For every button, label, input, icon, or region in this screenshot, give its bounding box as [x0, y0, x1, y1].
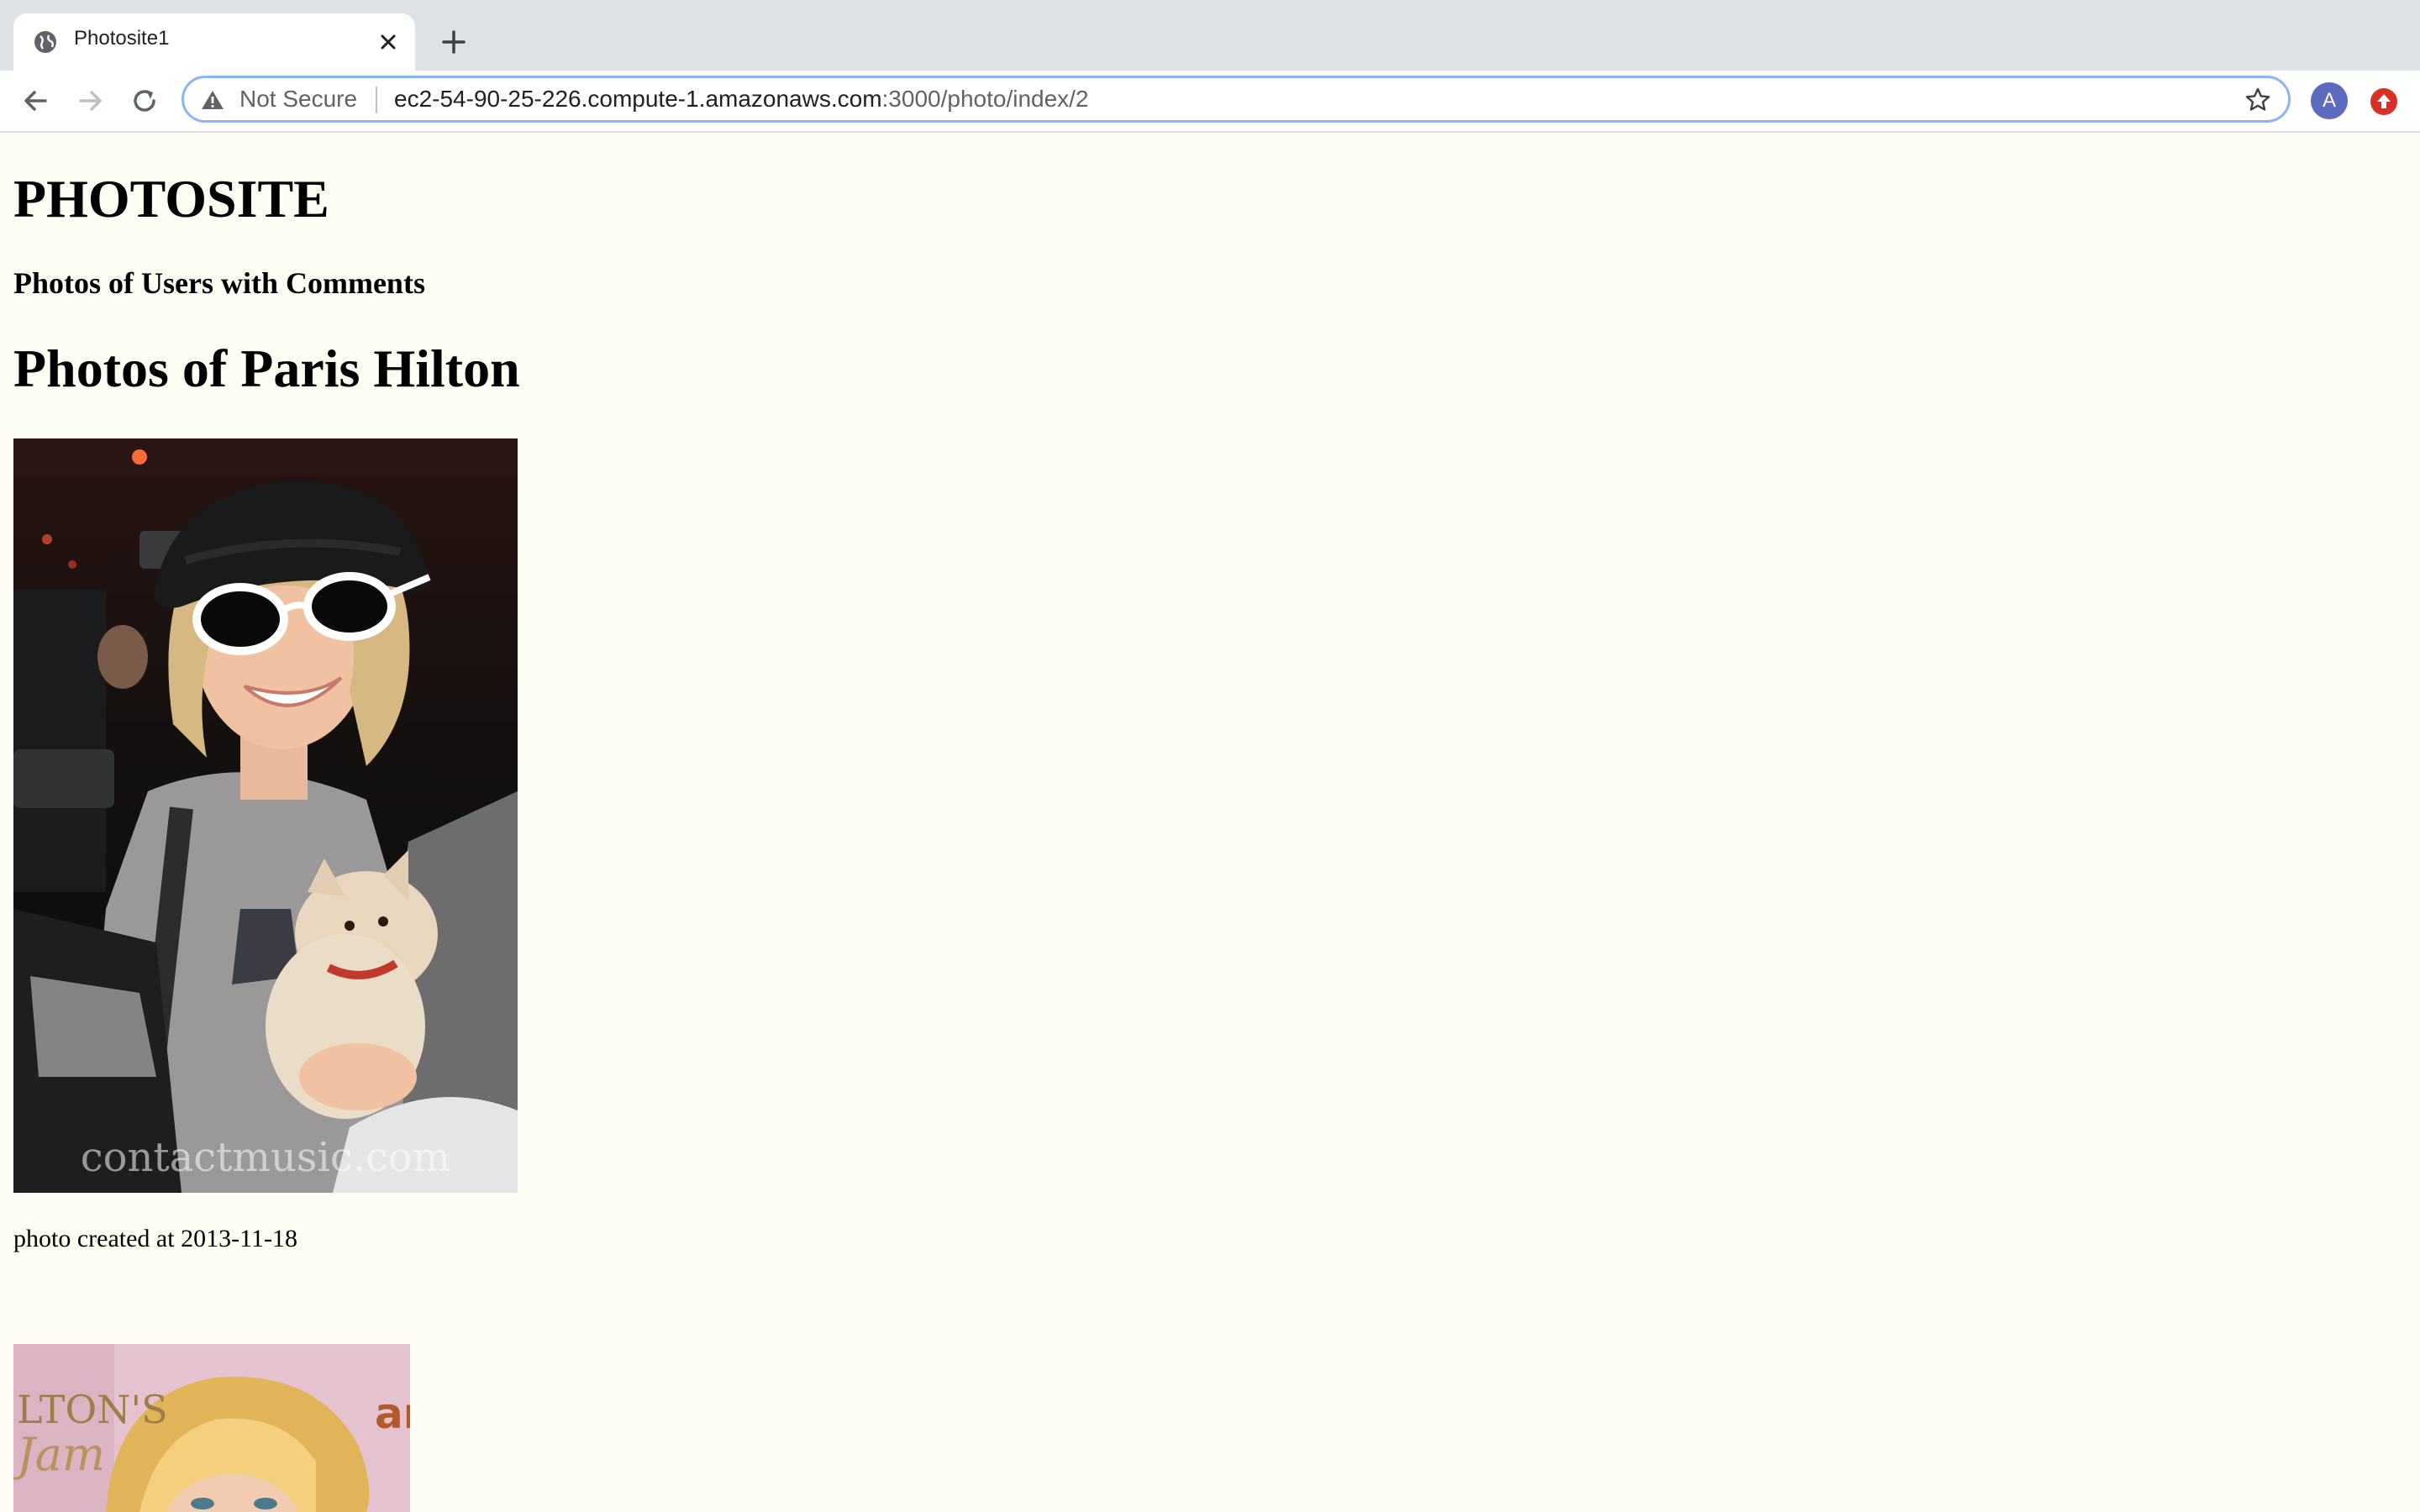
update-available-icon[interactable]	[2370, 87, 2398, 116]
browser-tab[interactable]: Photosite1	[13, 13, 415, 71]
forward-arrow-icon[interactable]	[74, 84, 108, 118]
bookmark-star-icon[interactable]	[2244, 87, 2271, 113]
photo-caption: photo created at 2013-11-18	[13, 1225, 297, 1252]
address-bar[interactable]: Not Secure ec2-54-90-25-226.compute-1.am…	[182, 76, 2291, 123]
omnibox-divider	[376, 87, 377, 113]
profile-avatar[interactable]: A	[2311, 82, 2348, 119]
security-status-label[interactable]: Not Secure	[239, 86, 357, 113]
photo-2-illustration: LTON'S Jam ame	[13, 1344, 410, 1512]
new-tab-plus-icon[interactable]	[437, 25, 471, 59]
user-photo-2: LTON'S Jam ame	[13, 1344, 410, 1512]
photo-watermark: contactmusic.com	[81, 1134, 451, 1181]
user-photo: contactmusic.com	[13, 438, 518, 1193]
browser-tab-strip: Photosite1	[0, 0, 2420, 71]
page-heading: Photos of Paris Hilton	[13, 339, 520, 398]
warning-icon	[202, 91, 224, 109]
svg-text:ame: ame	[375, 1389, 410, 1438]
url-path: :3000/photo/index/2	[881, 86, 1089, 112]
reload-icon[interactable]	[128, 84, 161, 118]
page-subtitle[interactable]: Photos of Users with Comments	[13, 265, 425, 301]
close-icon[interactable]	[375, 29, 402, 55]
globe-icon	[34, 31, 56, 53]
tab-title: Photosite1	[74, 27, 170, 50]
url-host: ec2-54-90-25-226.compute-1.amazonaws.com	[394, 86, 882, 112]
svg-text:LTON'S: LTON'S	[17, 1387, 168, 1432]
svg-text:Jam: Jam	[13, 1428, 105, 1481]
site-title: PHOTOSITE	[13, 169, 329, 228]
url-text[interactable]: ec2-54-90-25-226.compute-1.amazonaws.com…	[394, 86, 1089, 113]
back-arrow-icon[interactable]	[18, 84, 52, 118]
browser-toolbar: Not Secure ec2-54-90-25-226.compute-1.am…	[0, 71, 2420, 133]
photo-illustration: contactmusic.com	[13, 438, 518, 1193]
